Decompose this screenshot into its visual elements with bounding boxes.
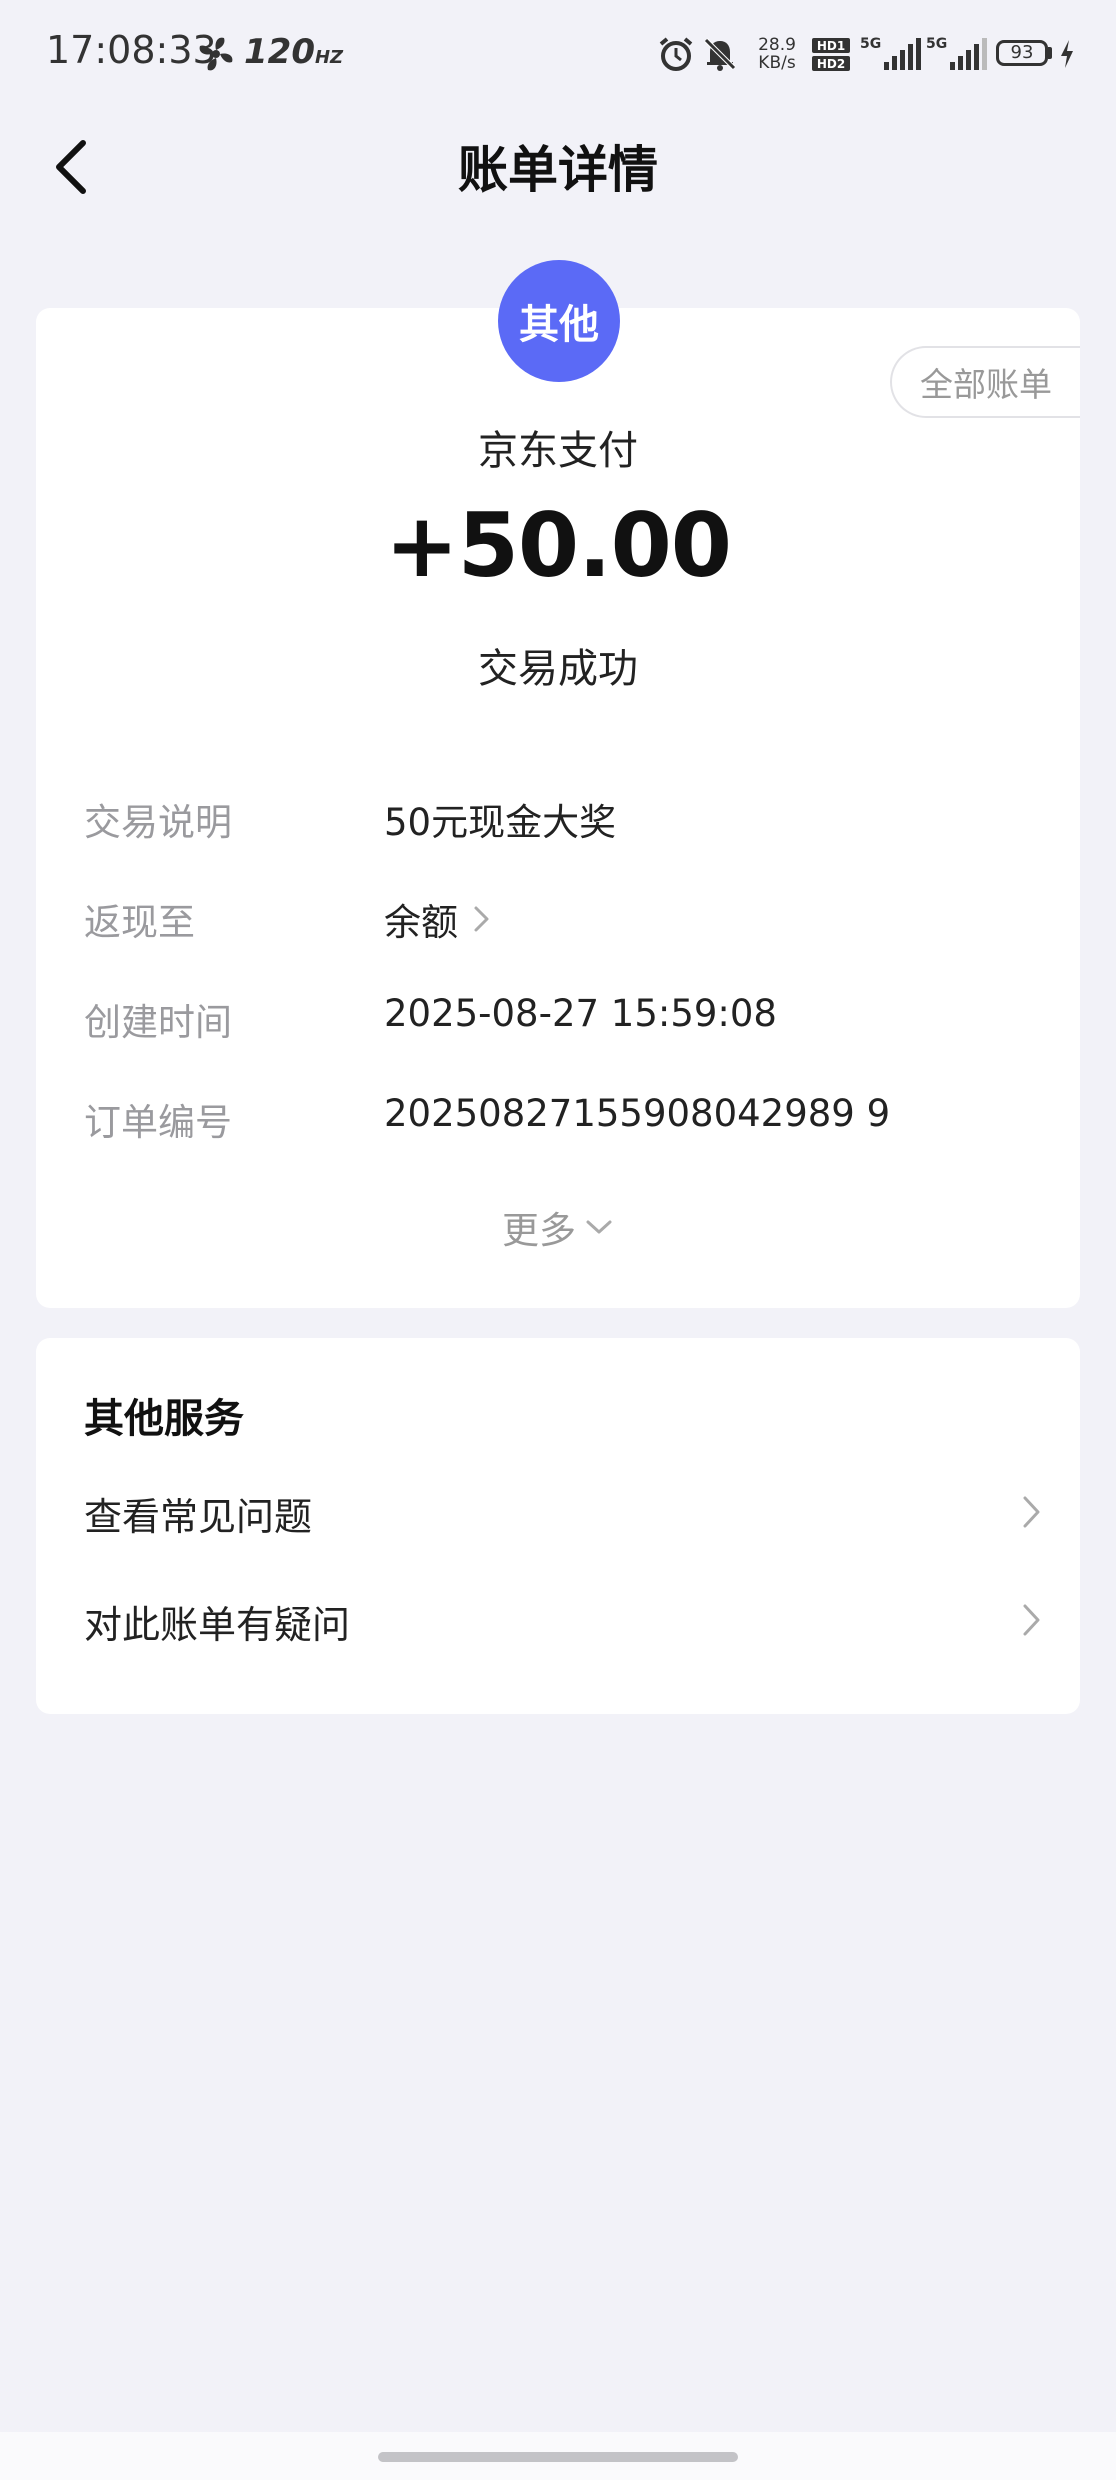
service-label: 对此账单有疑问	[84, 1603, 351, 1647]
service-label: 查看常见问题	[84, 1495, 313, 1539]
bell-off-icon	[704, 38, 736, 71]
home-indicator[interactable]	[378, 2452, 738, 2462]
alarm-icon	[659, 37, 693, 71]
detail-label: 交易说明	[84, 801, 232, 844]
detail-value: 2025-08-27 15:59:08	[384, 992, 777, 1035]
detail-label: 创建时间	[84, 1001, 232, 1044]
bill-card: 全部账单 京东支付 +50.00 交易成功 交易说明 50元现金大奖 返现至 余…	[36, 308, 1080, 1308]
svg-text:HD1: HD1	[817, 39, 845, 53]
signal-icon: 5G	[926, 36, 987, 70]
detail-row-order-number: 订单编号 20250827155908042989 9	[84, 1092, 1032, 1152]
transaction-status: 交易成功	[478, 646, 638, 692]
service-item-faq[interactable]: 查看常见问题	[84, 1478, 1044, 1548]
svg-text:HD2: HD2	[817, 57, 845, 71]
chevron-right-icon	[1023, 1604, 1040, 1636]
transaction-amount: +50.00	[384, 494, 732, 597]
svg-text:5G: 5G	[926, 36, 947, 52]
chevron-down-icon	[586, 1220, 612, 1234]
nav-bar: 账单详情	[0, 110, 1116, 220]
page-title: 账单详情	[458, 141, 658, 199]
services-title: 其他服务	[84, 1396, 244, 1442]
detail-row-description: 交易说明 50元现金大奖	[84, 792, 1032, 852]
status-time: 17:08:33	[46, 28, 217, 72]
all-bills-button[interactable]: 全部账单	[890, 346, 1080, 418]
category-badge: 其他	[498, 260, 620, 382]
svg-text:5G: 5G	[860, 36, 881, 52]
battery-icon: 93	[996, 40, 1048, 66]
detail-label: 订单编号	[84, 1101, 232, 1144]
detail-row-cashback[interactable]: 返现至 余额	[84, 892, 1032, 952]
services-card: 其他服务 查看常见问题 对此账单有疑问	[36, 1338, 1080, 1714]
hd-icon: HD1 HD2	[812, 38, 850, 71]
signal-icon: 5G	[860, 36, 921, 70]
detail-value[interactable]: 余额	[384, 892, 494, 946]
detail-label: 返现至	[84, 901, 195, 944]
net-speed: 28.9 KB/s	[758, 35, 796, 73]
detail-value: 50元现金大奖	[384, 801, 617, 844]
chevron-right-icon	[1023, 1496, 1040, 1528]
charging-icon	[1061, 40, 1073, 68]
detail-row-created-time: 创建时间 2025-08-27 15:59:08	[84, 992, 1032, 1052]
fan-icon	[199, 37, 233, 71]
merchant-name: 京东支付	[478, 428, 638, 474]
status-bar: 17:08:33 120HZ 28.9 KB/s HD1 HD2 5G 5G 9…	[0, 0, 1116, 110]
more-button[interactable]: 更多	[36, 1200, 1080, 1254]
refresh-rate: 120HZ	[244, 32, 344, 72]
detail-value: 20250827155908042989 9	[384, 1092, 891, 1135]
chevron-right-icon	[474, 906, 489, 932]
battery-tip	[1048, 47, 1052, 59]
service-item-bill-question[interactable]: 对此账单有疑问	[84, 1586, 1044, 1656]
